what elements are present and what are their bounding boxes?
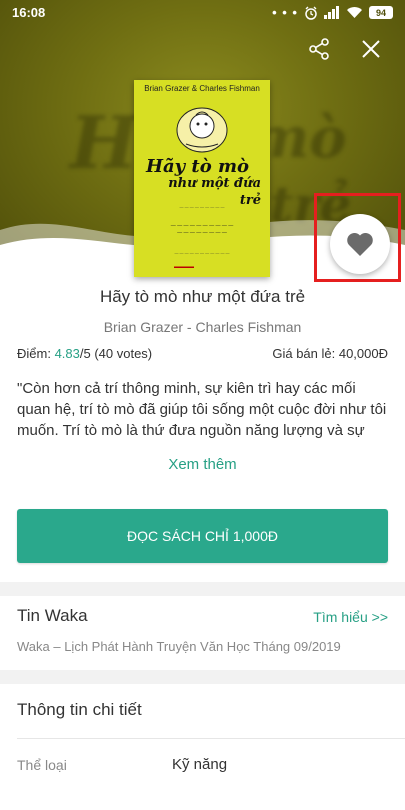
book-cover: Brian Grazer & Charles Fishman Hãy tò mò… [134, 80, 270, 277]
heart-icon [347, 232, 373, 256]
genre-label: Thể loại [17, 757, 67, 773]
favorite-button[interactable] [330, 214, 390, 274]
cover-authors: Brian Grazer & Charles Fishman [144, 84, 260, 93]
cover-tagline-decoration: — — — — — — — — — — — — — — — — — — [170, 223, 234, 236]
divider [17, 738, 405, 739]
status-time: 16:08 [12, 5, 46, 20]
curious-face-emblem-icon [176, 107, 228, 153]
wifi-icon [347, 7, 362, 18]
section-separator [0, 670, 405, 684]
publisher-logo-icon: ▬▬▬▬ [174, 264, 194, 270]
details-section-title: Thông tin chi tiết [17, 700, 142, 719]
news-section-title: Tin Waka [17, 606, 88, 625]
battery-icon: 94 [369, 6, 393, 19]
section-separator [0, 582, 405, 596]
score-price-row: Điểm: 4.83/5 (40 votes) Giá bán lẻ: 40,0… [17, 346, 388, 361]
close-icon [362, 40, 380, 58]
see-more-link[interactable]: Xem thêm [0, 456, 405, 473]
genre-value: Kỹ năng [172, 756, 228, 773]
learn-more-link[interactable]: Tìm hiểu >> [313, 609, 388, 625]
retail-price: Giá bán lẻ: 40,000Đ [272, 346, 388, 361]
cover-quote-decoration: — — — — — — — — — — — [174, 250, 230, 255]
book-description: "Còn hơn cả trí thông minh, sự kiên trì … [17, 380, 387, 439]
signal-icon [324, 6, 339, 19]
share-button[interactable] [304, 34, 334, 64]
rating-label: Điểm: [17, 346, 55, 361]
book-title: Hãy tò mò như một đứa trẻ [99, 287, 306, 306]
status-bar: 16:08 • • • 94 [0, 0, 405, 26]
rating-votes: /5 (40 votes) [79, 346, 153, 361]
news-item[interactable]: Waka – Lịch Phát Hành Truyện Văn Học Thá… [17, 639, 341, 654]
read-book-button[interactable]: ĐỌC SÁCH CHỈ 1,000Đ [17, 509, 388, 563]
close-button[interactable] [356, 34, 386, 64]
book-authors: Brian Grazer - Charles Fishman [103, 319, 302, 335]
rating: Điểm: 4.83/5 (40 votes) [17, 346, 152, 361]
status-icons: • • • 94 [272, 5, 393, 20]
cover-title-line1: Hãy tò mò [146, 156, 250, 177]
cover-title: Hãy tò mò như một đứa trẻ [146, 158, 261, 209]
blurred-background-decoration: H [70, 100, 139, 185]
share-icon [309, 38, 329, 60]
notification-dots-icon: • • • [272, 5, 298, 20]
cover-subtitle-decoration: — — — — — — — — — [179, 204, 225, 209]
rating-value: 4.83 [54, 346, 80, 361]
alarm-icon [305, 6, 317, 20]
